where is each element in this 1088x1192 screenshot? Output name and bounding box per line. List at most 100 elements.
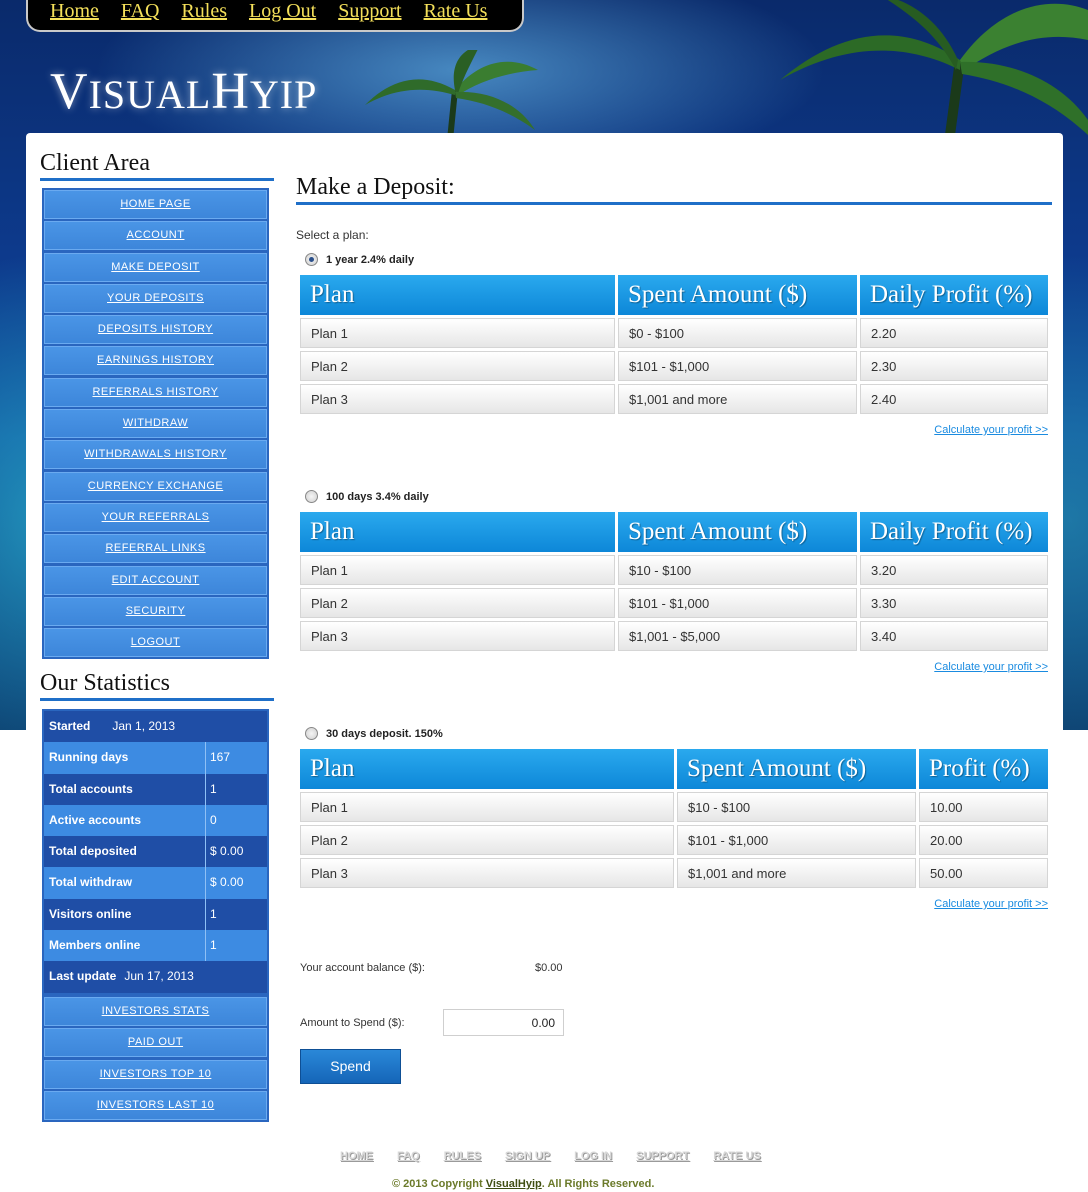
table-cell: Plan 3 [300, 384, 615, 414]
column-header: Spent Amount ($) [677, 749, 916, 789]
footer-signup-link[interactable]: SIGN UP [505, 1150, 550, 1162]
table-cell: $1,001 and more [677, 858, 916, 888]
menu-account[interactable]: ACCOUNT [44, 221, 267, 251]
menu-investors-top-10[interactable]: INVESTORS TOP 10 [44, 1059, 267, 1089]
plan-option-label: 30 days deposit. 150% [326, 727, 443, 740]
plan-option-1[interactable]: 1 year 2.4% daily [305, 253, 414, 266]
table-row: Plan 2 $101 - $1,000 20.00 [300, 825, 1048, 855]
menu-referrals-history[interactable]: REFERRALS HISTORY [44, 377, 267, 407]
stat-value: $ 0.00 [210, 844, 244, 859]
menu-investors-stats[interactable]: INVESTORS STATS [44, 997, 267, 1026]
radio-unselected-icon[interactable] [305, 727, 318, 740]
account-balance-value: $0.00 [535, 962, 563, 974]
stat-label: Last update [49, 969, 117, 984]
nav-rateus-link[interactable]: Rate Us [424, 0, 488, 23]
stat-label: Total accounts [44, 773, 206, 805]
menu-investors-last-10[interactable]: INVESTORS LAST 10 [44, 1090, 267, 1120]
stat-label: Running days [44, 742, 206, 774]
footer-faq-link[interactable]: FAQ [397, 1150, 420, 1162]
stat-row-started: Started Jan 1, 2013 [44, 711, 267, 743]
radio-selected-icon[interactable] [305, 253, 318, 266]
calculate-profit-link[interactable]: Calculate your profit >> [934, 661, 1048, 673]
site-logo: VISUALHYIP [50, 62, 317, 121]
nav-faq-link[interactable]: FAQ [121, 0, 160, 23]
stat-value: 1 [210, 906, 217, 921]
menu-make-deposit[interactable]: MAKE DEPOSIT [44, 252, 267, 282]
copyright-text: © 2013 Copyright VisualHyip. All Rights … [392, 1178, 654, 1190]
stat-value: Jun 17, 2013 [124, 969, 194, 984]
stat-row-total-withdraw: Total withdraw $ 0.00 [44, 867, 267, 899]
column-header: Plan [300, 275, 615, 315]
column-header: Daily Profit (%) [860, 275, 1048, 315]
stat-row-visitors-online: Visitors online 1 [44, 898, 267, 931]
table-cell: Plan 2 [300, 588, 615, 618]
table-row: Plan 2 $101 - $1,000 3.30 [300, 588, 1048, 618]
spend-button[interactable]: Spend [300, 1049, 401, 1084]
copyright-suffix: . All Rights Reserved. [541, 1178, 655, 1190]
footer-rules-link[interactable]: RULES [444, 1150, 481, 1162]
table-cell: Plan 1 [300, 318, 615, 348]
menu-earnings-history[interactable]: EARNINGS HISTORY [44, 346, 267, 376]
table-row: Plan 3 $1,001 and more 2.40 [300, 384, 1048, 414]
logo-letters: ISUAL [88, 72, 212, 117]
footer-rateus-link[interactable]: RATE US [713, 1150, 760, 1162]
menu-referral-links[interactable]: REFERRAL LINKS [44, 534, 267, 564]
menu-your-deposits[interactable]: YOUR DEPOSITS [44, 283, 267, 313]
menu-deposits-history[interactable]: DEPOSITS HISTORY [44, 315, 267, 345]
menu-withdrawals-history[interactable]: WITHDRAWALS HISTORY [44, 440, 267, 470]
menu-edit-account[interactable]: EDIT ACCOUNT [44, 565, 267, 595]
plan-table-1: Plan Spent Amount ($) Daily Profit (%) P… [297, 272, 1051, 417]
palm-tree-icon [780, 0, 1088, 135]
nav-rules-link[interactable]: Rules [181, 0, 227, 23]
stat-value: Jan 1, 2013 [112, 719, 176, 733]
plan-option-3[interactable]: 30 days deposit. 150% [305, 727, 443, 740]
calculate-profit-link[interactable]: Calculate your profit >> [934, 424, 1048, 436]
stat-row-active-accounts: Active accounts 0 [44, 804, 267, 837]
menu-paid-out[interactable]: PAID OUT [44, 1028, 267, 1058]
amount-to-spend-input[interactable] [443, 1009, 564, 1036]
table-cell: 3.20 [860, 555, 1048, 585]
table-row: Plan 1 $0 - $100 2.20 [300, 318, 1048, 348]
table-cell: 3.40 [860, 621, 1048, 651]
plan-option-2[interactable]: 100 days 3.4% daily [305, 490, 429, 503]
table-cell: 10.00 [919, 792, 1048, 822]
table-row: Plan 1 $10 - $100 3.20 [300, 555, 1048, 585]
select-plan-label: Select a plan: [296, 228, 369, 242]
nav-support-link[interactable]: Support [338, 0, 401, 23]
menu-your-referrals[interactable]: YOUR REFERRALS [44, 502, 267, 532]
table-cell: Plan 2 [300, 351, 615, 381]
table-cell: $10 - $100 [677, 792, 916, 822]
menu-home-page[interactable]: HOME PAGE [44, 190, 267, 219]
nav-home-link[interactable]: Home [50, 0, 99, 23]
footer-login-link[interactable]: LOG IN [574, 1150, 612, 1162]
column-header: Plan [300, 749, 674, 789]
copyright-link[interactable]: VisualHyip [486, 1178, 542, 1190]
column-header: Spent Amount ($) [618, 275, 857, 315]
calculate-profit-link[interactable]: Calculate your profit >> [934, 898, 1048, 910]
table-cell: $101 - $1,000 [677, 825, 916, 855]
stat-value: 1 [210, 938, 217, 953]
nav-logout-link[interactable]: Log Out [249, 0, 316, 23]
stat-label: Started [49, 719, 91, 733]
footer-support-link[interactable]: SUPPORT [636, 1150, 689, 1162]
table-cell: Plan 2 [300, 825, 674, 855]
column-header: Daily Profit (%) [860, 512, 1048, 552]
radio-unselected-icon[interactable] [305, 490, 318, 503]
table-cell: Plan 3 [300, 621, 615, 651]
table-cell: 2.30 [860, 351, 1048, 381]
menu-logout[interactable]: LOGOUT [44, 628, 267, 658]
menu-security[interactable]: SECURITY [44, 596, 267, 626]
column-header: Spent Amount ($) [618, 512, 857, 552]
table-row: Plan 3 $1,001 - $5,000 3.40 [300, 621, 1048, 651]
menu-currency-exchange[interactable]: CURRENCY EXCHANGE [44, 471, 267, 501]
menu-withdraw[interactable]: WITHDRAW [44, 409, 267, 439]
plan-option-label: 1 year 2.4% daily [326, 253, 415, 266]
footer-navigation: HOME FAQ RULES SIGN UP LOG IN SUPPORT RA… [340, 1150, 761, 1162]
copyright-prefix: © 2013 Copyright [392, 1178, 486, 1190]
column-header: Plan [300, 512, 615, 552]
page-title: Make a Deposit: [296, 174, 1052, 205]
logo-letter: V [50, 63, 89, 120]
table-cell: $10 - $100 [618, 555, 857, 585]
footer-home-link[interactable]: HOME [340, 1150, 373, 1162]
table-cell: $1,001 - $5,000 [618, 621, 857, 651]
